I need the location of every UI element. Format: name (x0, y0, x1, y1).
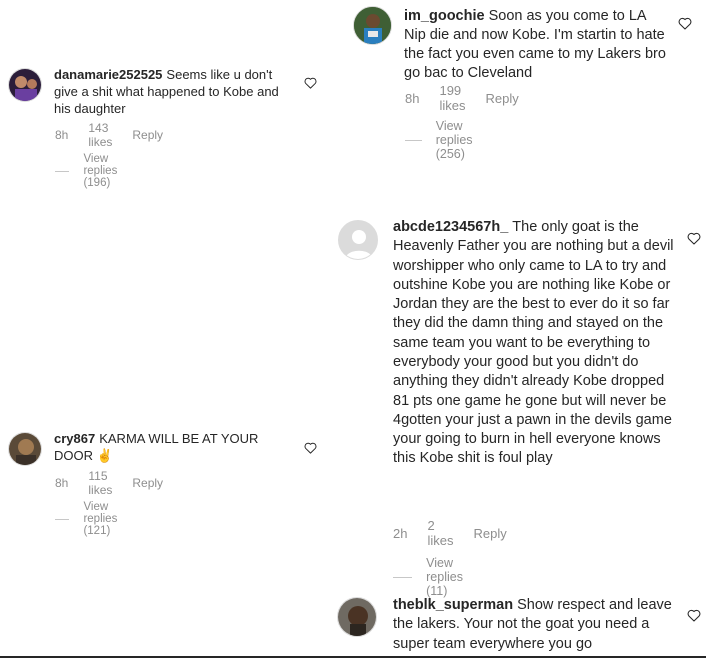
comment-username[interactable]: cry867 (54, 431, 95, 446)
view-replies[interactable]: View replies (121) (55, 501, 131, 537)
heart-outline-icon[interactable] (678, 17, 692, 30)
comment-likes[interactable]: 199 likes (439, 83, 465, 113)
avatar-abcde1234567h[interactable] (338, 220, 378, 260)
comment-likes[interactable]: 115 likes (88, 469, 112, 497)
heart-outline-icon[interactable] (687, 609, 701, 622)
comment-likes[interactable]: 2 likes (427, 518, 453, 548)
default-avatar-icon (339, 221, 377, 259)
comment-likes[interactable]: 143 likes (88, 121, 112, 149)
comment-username[interactable]: danamarie252525 (54, 67, 162, 82)
view-replies-label[interactable]: View replies (196) (83, 153, 130, 189)
user-photo-icon (9, 69, 41, 101)
comment-time: 8h (405, 90, 420, 106)
replies-divider-line (55, 518, 70, 520)
replies-divider-line (55, 170, 70, 172)
reply-button[interactable]: Reply (473, 526, 506, 541)
view-replies-label[interactable]: View replies (256) (436, 119, 488, 161)
user-photo-icon (9, 433, 41, 465)
reply-button[interactable]: Reply (132, 476, 163, 490)
replies-divider-line (405, 139, 422, 141)
avatar-im-goochie[interactable] (353, 6, 392, 45)
heart-outline-icon[interactable] (304, 442, 317, 454)
comment-username[interactable]: im_goochie (404, 8, 485, 24)
heart-outline-icon[interactable] (687, 232, 701, 245)
avatar-theblk-superman[interactable] (337, 597, 377, 637)
view-replies[interactable]: View replies (11) (393, 556, 478, 598)
user-photo-icon (354, 7, 391, 44)
avatar-danamarie252525[interactable] (8, 68, 42, 102)
view-replies-label[interactable]: View replies (11) (426, 556, 478, 598)
comment-username[interactable]: theblk_superman (393, 597, 513, 613)
comment-username[interactable]: abcde1234567h_ (393, 219, 508, 235)
reply-button[interactable]: Reply (132, 128, 163, 142)
replies-divider-line (393, 576, 413, 578)
view-replies[interactable]: View replies (256) (405, 119, 488, 161)
reply-button[interactable]: Reply (485, 91, 518, 106)
comment-time: 2h (393, 525, 408, 541)
view-replies[interactable]: View replies (196) (55, 153, 131, 189)
heart-outline-icon[interactable] (304, 77, 317, 89)
comment-time: 8h (55, 128, 69, 142)
avatar-cry867[interactable] (8, 432, 42, 466)
user-photo-icon (338, 598, 376, 636)
comment-time: 8h (55, 476, 69, 490)
view-replies-label[interactable]: View replies (121) (83, 501, 130, 537)
comment-text: The only goat is the Heavenly Father you… (393, 219, 674, 467)
